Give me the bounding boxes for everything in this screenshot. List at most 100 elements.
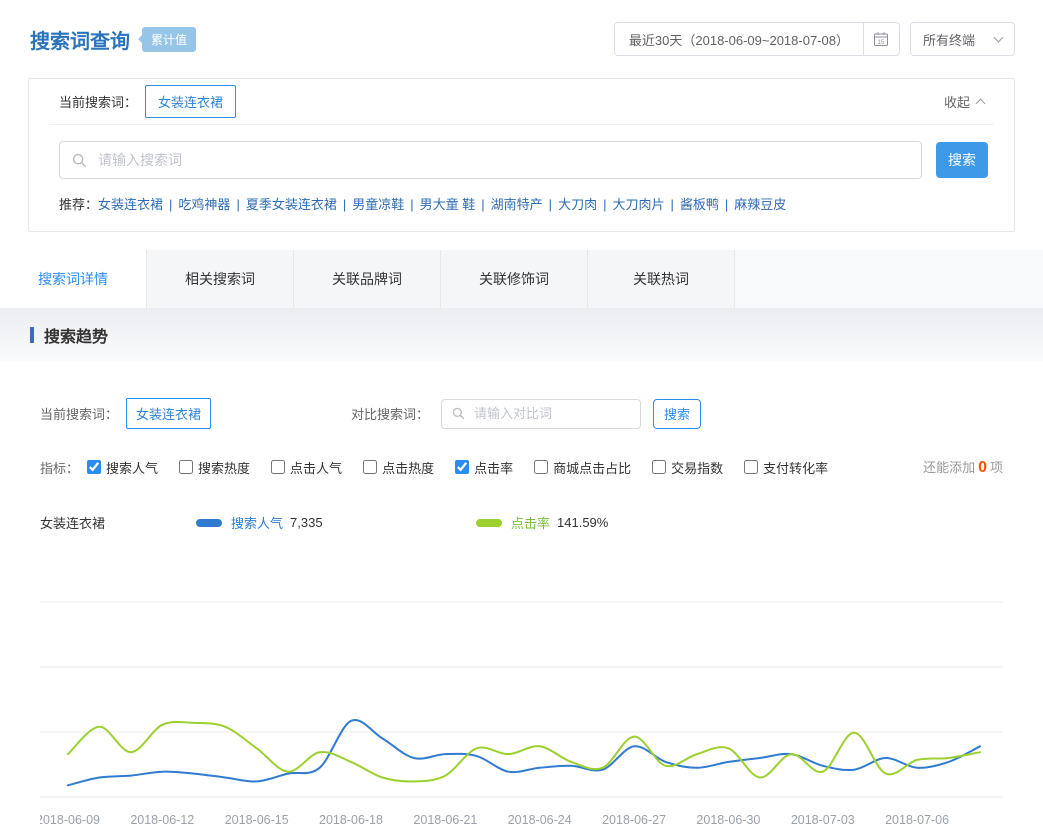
metric-label: 点击率 <box>474 458 513 477</box>
separator: | <box>169 197 172 212</box>
compare-input-wrap <box>441 399 641 429</box>
svg-text:2018-06-21: 2018-06-21 <box>413 813 477 827</box>
recommend-row: 推荐：女装连衣裙 | 吃鸡神器 | 夏季女装连衣裙 | 男童凉鞋 | 男大童 鞋 | 湖南特产 | 大刀… <box>49 189 994 231</box>
current-keyword-tag[interactable]: 女装连衣裙 <box>145 85 236 118</box>
legend-series-name: 点击率 <box>511 513 550 532</box>
recommend-link[interactable]: 酱板鸭 <box>680 197 719 212</box>
metric-mall-click-share[interactable]: 商城点击占比 <box>534 458 631 477</box>
collapse-label: 收起 <box>944 92 970 111</box>
search-input[interactable] <box>96 151 909 169</box>
metrics-label: 指标： <box>40 458 79 477</box>
chevron-up-icon <box>976 98 986 108</box>
metric-checkbox-click-heat[interactable] <box>363 460 377 474</box>
separator: | <box>236 197 239 212</box>
tab-related-search-words[interactable]: 相关搜索词 <box>147 250 294 308</box>
search-word-query-page: 搜索词查询 累计值 最近30天（2018-06-09~2018-07-08） 1… <box>0 0 1043 839</box>
svg-text:2018-06-30: 2018-06-30 <box>696 813 760 827</box>
separator: | <box>725 197 728 212</box>
trend-current-label: 当前搜索词： <box>40 404 118 423</box>
remaining-suffix: 项 <box>990 460 1003 475</box>
metric-click-popularity[interactable]: 点击人气 <box>271 458 342 477</box>
separator: | <box>410 197 413 212</box>
section-title: 搜索趋势 <box>44 323 108 347</box>
search-icon <box>452 407 465 420</box>
current-keyword-row: 当前搜索词： 女装连衣裙 收起 <box>49 79 994 125</box>
recommend-link[interactable]: 男大童 鞋 <box>420 197 476 212</box>
search-row: 搜索 <box>49 125 994 189</box>
metrics-row: 指标： 搜索人气 搜索热度 点击人气 点击热度 点击率 <box>40 457 1003 477</box>
metric-payment-conversion[interactable]: 支付转化率 <box>744 458 828 477</box>
recommend-link[interactable]: 大刀肉 <box>558 197 597 212</box>
metric-click-heat[interactable]: 点击热度 <box>363 458 434 477</box>
search-button[interactable]: 搜索 <box>936 142 988 178</box>
tab-bar: 搜索词详情 相关搜索词 关联品牌词 关联修饰词 关联热词 <box>0 250 1043 308</box>
calendar-button[interactable]: 15 <box>864 22 900 56</box>
separator: | <box>603 197 606 212</box>
recommend-label: 推荐： <box>59 197 98 212</box>
metric-checkbox-click-popularity[interactable] <box>271 460 285 474</box>
date-range-group: 最近30天（2018-06-09~2018-07-08） 15 <box>614 22 900 56</box>
svg-text:2018-06-18: 2018-06-18 <box>319 813 383 827</box>
metric-search-heat[interactable]: 搜索热度 <box>179 458 250 477</box>
terminal-select[interactable]: 所有终端 <box>910 22 1015 56</box>
metric-transaction-index[interactable]: 交易指数 <box>652 458 723 477</box>
metric-checkbox-payment-conversion[interactable] <box>744 460 758 474</box>
trend-section-header: 搜索趋势 <box>0 308 1043 362</box>
metric-click-rate[interactable]: 点击率 <box>455 458 513 477</box>
recommend-link[interactable]: 夏季女装连衣裙 <box>246 197 337 212</box>
svg-text:2018-07-06: 2018-07-06 <box>885 813 949 827</box>
chevron-down-icon <box>994 32 1004 42</box>
legend-series-value: 141.59% <box>557 515 608 530</box>
recommend-link[interactable]: 女装连衣裙 <box>98 197 163 212</box>
date-range-picker[interactable]: 最近30天（2018-06-09~2018-07-08） <box>614 22 864 56</box>
chart-legend: 女装连衣裙 搜索人气 7,335 点击率 141.59% <box>40 513 1003 532</box>
separator: | <box>481 197 484 212</box>
recommend-link[interactable]: 大刀肉片 <box>612 197 664 212</box>
remaining-prefix: 还能添加 <box>923 460 975 475</box>
svg-text:2018-06-24: 2018-06-24 <box>508 813 572 827</box>
tab-related-modifier-words[interactable]: 关联修饰词 <box>441 250 588 308</box>
compare-input[interactable] <box>472 405 630 422</box>
top-controls: 最近30天（2018-06-09~2018-07-08） 15 所有终端 <box>614 22 1015 56</box>
recommend-link[interactable]: 吃鸡神器 <box>178 197 230 212</box>
separator: | <box>343 197 346 212</box>
legend-item-click-rate[interactable]: 点击率 141.59% <box>476 513 756 532</box>
trend-current-tag[interactable]: 女装连衣裙 <box>126 398 211 429</box>
metric-checkbox-search-heat[interactable] <box>179 460 193 474</box>
metric-label: 支付转化率 <box>763 458 828 477</box>
collapse-toggle[interactable]: 收起 <box>944 92 984 111</box>
recommend-link[interactable]: 男童凉鞋 <box>352 197 404 212</box>
recommend-link[interactable]: 麻辣豆皮 <box>734 197 786 212</box>
tab-related-brand-words[interactable]: 关联品牌词 <box>294 250 441 308</box>
legend-swatch-blue <box>196 519 222 527</box>
svg-text:2018-06-09: 2018-06-09 <box>40 813 100 827</box>
tab-related-hot-words[interactable]: 关联热词 <box>588 250 735 308</box>
legend-series-name: 搜索人气 <box>231 513 283 532</box>
date-range-label: 最近30天（2018-06-09~2018-07-08） <box>629 30 849 49</box>
cumulative-value-badge: 累计值 <box>142 27 196 52</box>
trend-keyword-row: 当前搜索词： 女装连衣裙 对比搜索词： 搜索 <box>40 398 1003 429</box>
compare-wrap: 对比搜索词： 搜索 <box>351 399 701 429</box>
metric-checkbox-transaction-index[interactable] <box>652 460 666 474</box>
search-icon <box>72 153 87 168</box>
trend-body: 当前搜索词： 女装连衣裙 对比搜索词： 搜索 指标： 搜索人气 <box>0 362 1043 839</box>
metric-checkbox-search-popularity[interactable] <box>87 460 101 474</box>
metric-label: 搜索热度 <box>198 458 250 477</box>
metric-checkbox-mall-click-share[interactable] <box>534 460 548 474</box>
svg-text:2018-06-12: 2018-06-12 <box>130 813 194 827</box>
tab-bar-filler <box>735 250 1043 308</box>
search-input-wrap <box>59 141 922 179</box>
metric-label: 点击人气 <box>290 458 342 477</box>
compare-search-button[interactable]: 搜索 <box>653 399 701 429</box>
trend-chart-canvas: 2018-06-09 2018-06-12 2018-06-15 2018-06-18… <box>40 584 1003 834</box>
metric-search-popularity[interactable]: 搜索人气 <box>87 458 158 477</box>
metric-checkbox-click-rate[interactable] <box>455 460 469 474</box>
svg-text:2018-06-15: 2018-06-15 <box>225 813 289 827</box>
tab-search-word-detail[interactable]: 搜索词详情 <box>0 250 147 308</box>
legend-item-search-popularity[interactable]: 搜索人气 7,335 <box>196 513 476 532</box>
svg-text:2018-07-03: 2018-07-03 <box>791 813 855 827</box>
recommend-link[interactable]: 湖南特产 <box>491 197 543 212</box>
legend-keyword: 女装连衣裙 <box>40 513 196 532</box>
terminal-select-value: 所有终端 <box>923 30 975 49</box>
metric-label: 商城点击占比 <box>553 458 631 477</box>
